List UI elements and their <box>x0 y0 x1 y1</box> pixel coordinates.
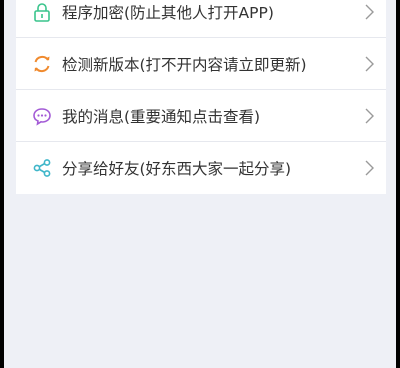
refresh-icon <box>32 54 52 74</box>
menu-item-app-lock[interactable]: 程序加密(防止其他人打开APP) <box>16 0 386 38</box>
lock-icon <box>32 2 52 22</box>
menu-item-label: 程序加密(防止其他人打开APP) <box>62 3 274 22</box>
chevron-right-icon <box>365 4 374 19</box>
menu-item-label: 检测新版本(打不开内容请立即更新) <box>62 55 307 74</box>
share-icon <box>32 158 52 178</box>
chevron-right-icon <box>365 56 374 71</box>
menu-item-label: 我的消息(重要通知点击查看) <box>62 107 261 126</box>
menu-item-messages[interactable]: 我的消息(重要通知点击查看) <box>16 90 386 142</box>
chevron-right-icon <box>365 160 374 176</box>
menu-item-label: 分享给好友(好东西大家一起分享) <box>62 160 292 178</box>
menu-item-share[interactable]: 分享给好友(好东西大家一起分享) <box>16 142 386 194</box>
settings-menu: 程序加密(防止其他人打开APP) 检测新版本(打不开内容请立即更新) 我的消息(… <box>16 0 386 194</box>
chevron-right-icon <box>365 108 374 123</box>
settings-screen: 程序加密(防止其他人打开APP) 检测新版本(打不开内容请立即更新) 我的消息(… <box>4 0 396 368</box>
menu-item-check-update[interactable]: 检测新版本(打不开内容请立即更新) <box>16 38 386 90</box>
message-icon <box>32 106 52 126</box>
